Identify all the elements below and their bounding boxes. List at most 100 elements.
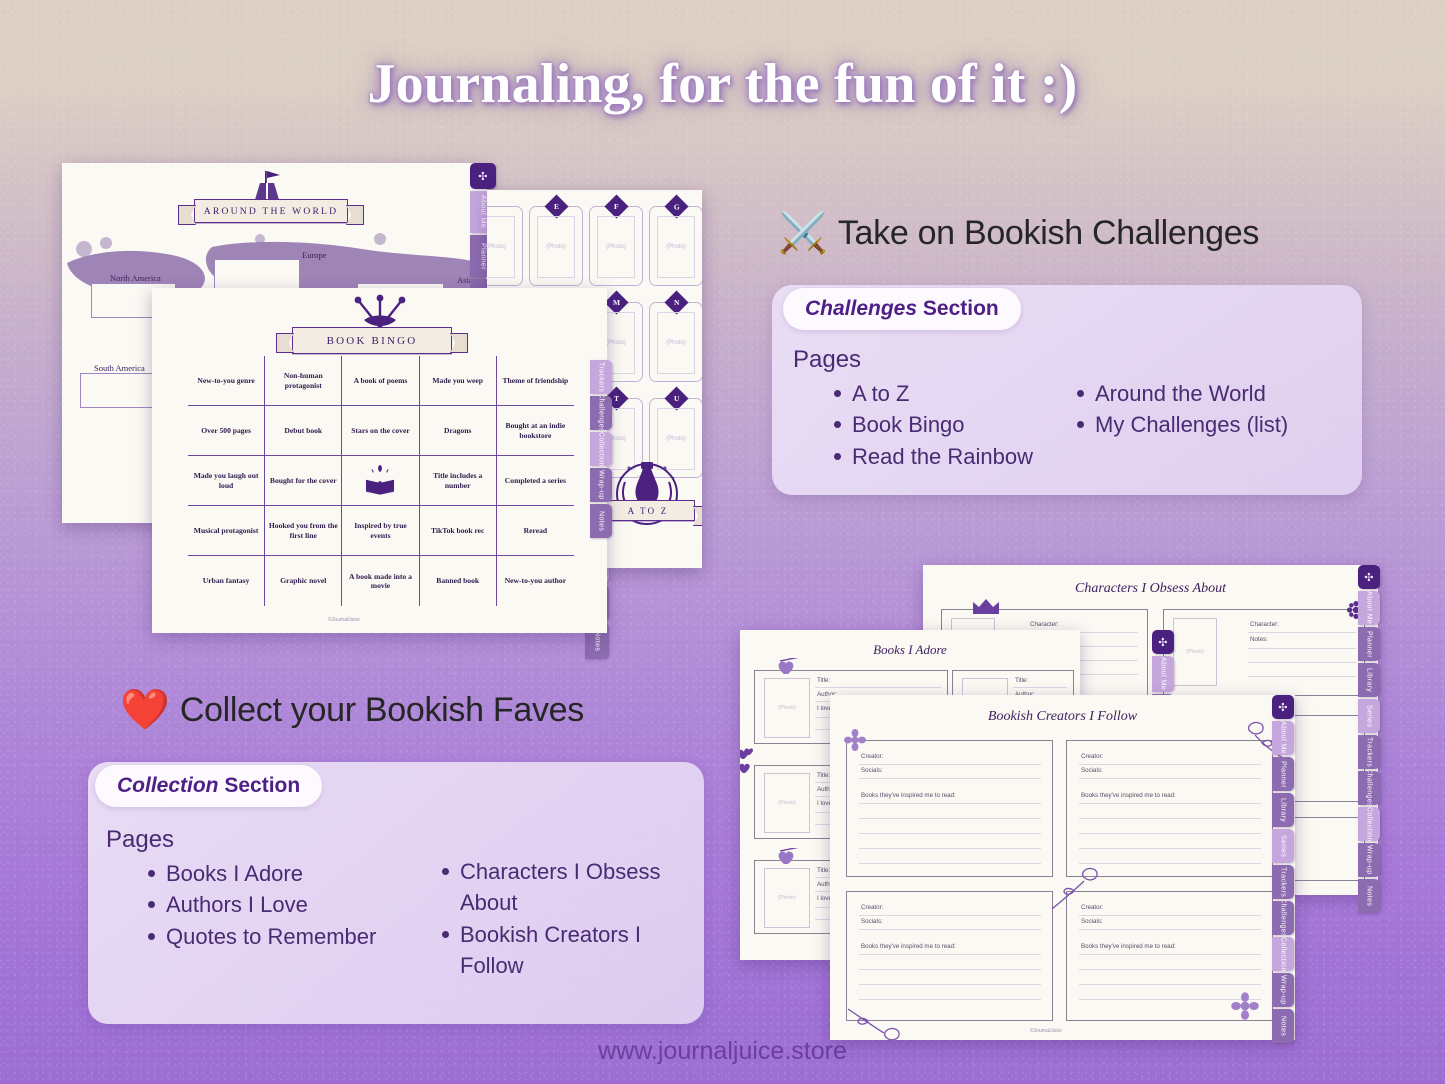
bingo-cell[interactable]: Made you weep — [419, 356, 497, 406]
bingo-cell[interactable]: Hooked you from the first line — [265, 506, 343, 556]
field-label-character: Character: — [1030, 621, 1059, 628]
character-entry[interactable]: (Photo) Character: Notes: — [1163, 609, 1365, 696]
sidebar-item-trackers[interactable]: Trackers — [1272, 865, 1294, 899]
bingo-cell[interactable]: Bought at an indie bookstore — [496, 406, 574, 456]
a-to-z-card[interactable]: E (Photo) — [529, 194, 583, 286]
sidebar-item-about-me[interactable]: About Me — [1358, 591, 1380, 625]
bingo-grid[interactable]: New-to-you genre Non-human protagonist A… — [188, 356, 574, 606]
bingo-cell[interactable]: Theme of friendship — [496, 356, 574, 406]
field-label-socials: Socials: — [1081, 918, 1103, 925]
bingo-cell[interactable]: Made you laugh out loud — [188, 456, 266, 506]
sidebar-item-wrap-up[interactable]: Wrap-up — [1358, 843, 1380, 877]
bingo-cell[interactable]: Over 500 pages — [188, 406, 266, 456]
sidebar-item-notes[interactable]: Notes — [590, 504, 612, 538]
bingo-cell[interactable]: Reread — [496, 506, 574, 556]
letter-diamond-u: U — [664, 386, 689, 411]
collection-heading: Collect your Bookish Faves — [179, 690, 584, 729]
bingo-cell[interactable]: Inspired by true events — [342, 506, 420, 556]
bingo-cell[interactable]: New-to-you author — [497, 556, 574, 606]
bingo-cell[interactable]: Non-human protagonist — [265, 356, 343, 406]
field-label-books-inspired: Books they've inspired me to read: — [1081, 792, 1176, 799]
collection-section-badge-italic: Collection — [117, 774, 219, 797]
sidebar-item-wrap-up[interactable]: Wrap-up — [1272, 973, 1294, 1007]
region-label-north-america: North America — [110, 273, 161, 283]
collection-section-badge-rest: Section — [218, 774, 301, 797]
challenges-heading-row: ⚔️ Take on Bookish Challenges — [778, 213, 1259, 253]
sidebar-item-notes[interactable]: Notes — [1272, 1009, 1294, 1043]
compass-icon[interactable]: ✣ — [470, 163, 496, 189]
sidebar-item-series[interactable]: Series — [1358, 699, 1380, 733]
bingo-cell[interactable]: Banned book — [420, 556, 497, 606]
book-bingo-banner: BOOK BINGO — [292, 327, 452, 354]
sidebar-item-collection[interactable]: Collection — [1358, 807, 1380, 841]
printable-book-bingo[interactable]: BOOK BINGO New-to-you genre Non-human pr… — [152, 288, 607, 633]
list-item: Bookish Creators I Follow — [442, 919, 692, 982]
sidebar-item-library[interactable]: Library — [1358, 663, 1380, 697]
challenges-heading: Take on Bookish Challenges — [837, 213, 1260, 252]
sidebar-item-trackers[interactable]: Trackers — [1358, 735, 1380, 769]
compass-icon[interactable]: ✣ — [1152, 630, 1174, 654]
sidebar-item-planner[interactable]: Planner — [1358, 627, 1380, 661]
photo-placeholder: (Photo) — [1173, 618, 1217, 686]
bingo-cell[interactable]: Completed a series — [496, 456, 574, 506]
bingo-cell[interactable]: A book made into a movie — [342, 556, 420, 606]
field-label-creator: Creator: — [1081, 753, 1104, 760]
collection-pages-label: Pages — [106, 826, 175, 853]
compass-icon[interactable]: ✣ — [1358, 565, 1380, 589]
sidebar-item-library[interactable]: Library — [1272, 793, 1294, 827]
sidebar-item-about-me[interactable]: About Me — [1152, 656, 1174, 692]
collection-section-badge: Collection Section — [95, 765, 323, 807]
sidebar-item-about-me[interactable]: About Me — [1272, 721, 1294, 755]
bingo-cell[interactable]: TikTok book rec — [419, 506, 497, 556]
field-label-creator: Creator: — [861, 753, 884, 760]
a-to-z-card[interactable]: F (Photo) — [589, 194, 643, 286]
printable-bookish-creators-i-follow[interactable]: Bookish Creators I Follow Creator: Socia… — [830, 695, 1295, 1040]
field-label-socials: Socials: — [861, 918, 883, 925]
hearts-icon — [740, 748, 754, 773]
sidebar-item-challenges[interactable]: Challenges — [1272, 901, 1294, 935]
tab-strip-creators[interactable]: ✣ About Me Planner Library Series Tracke… — [1272, 695, 1294, 1043]
photo-placeholder: (Photo) — [537, 216, 575, 278]
bingo-cell[interactable]: Graphic novel — [265, 556, 343, 606]
heart-arrow-icon — [778, 658, 799, 674]
photo-placeholder: (Photo) — [597, 216, 635, 278]
sidebar-item-planner[interactable]: Planner — [1272, 757, 1294, 791]
around-the-world-banner: AROUND THE WORLD — [194, 199, 348, 223]
bingo-cell[interactable]: Urban fantasy — [188, 556, 266, 606]
a-to-z-card[interactable]: (Photo) — [487, 206, 523, 286]
bingo-cell[interactable]: A book of poems — [342, 356, 420, 406]
sidebar-item-challenges[interactable]: Challenges — [590, 396, 612, 430]
books-page-title: Books I Adore — [873, 642, 947, 657]
creator-entry[interactable]: Creator: Socials: Books they've inspired… — [846, 740, 1053, 877]
bingo-cell[interactable]: Dragons — [419, 406, 497, 456]
sidebar-item-series[interactable]: Series — [1272, 829, 1294, 863]
bingo-free-space-book-icon[interactable] — [342, 456, 420, 506]
challenges-section-badge-italic: Challenges — [805, 297, 918, 320]
bingo-cell[interactable]: Title includes a number — [419, 456, 497, 506]
bingo-cell[interactable]: New-to-you genre — [188, 356, 266, 406]
letter-diamond-g: G — [664, 194, 689, 219]
a-to-z-banner: A TO Z — [601, 500, 695, 521]
sidebar-item-collection[interactable]: Collection — [1272, 937, 1294, 971]
a-to-z-card[interactable]: G (Photo) — [649, 194, 702, 286]
letter-diamond-e: E — [544, 194, 569, 219]
sidebar-item-trackers[interactable]: Trackers — [590, 360, 612, 394]
a-to-z-card[interactable]: N (Photo) — [649, 290, 702, 382]
list-item: Characters I Obsess About — [442, 856, 692, 919]
bingo-cell[interactable]: Stars on the cover — [342, 406, 420, 456]
field-label-title: Title: — [1015, 677, 1029, 684]
sidebar-item-wrap-up[interactable]: Wrap-up — [590, 468, 612, 502]
bingo-cell[interactable]: Musical protagonist — [188, 506, 266, 556]
compass-icon[interactable]: ✣ — [1272, 695, 1294, 719]
tab-strip-book-bingo[interactable]: Trackers Challenges Collection Wrap-up N… — [590, 360, 612, 538]
creators-page-title: Bookish Creators I Follow — [987, 709, 1138, 724]
tab-strip-characters[interactable]: ✣ About Me Planner Library Series Tracke… — [1358, 565, 1380, 913]
letter-diamond-m: M — [604, 290, 629, 315]
bingo-cell[interactable]: Bought for the cover — [265, 456, 343, 506]
sidebar-item-notes[interactable]: Notes — [1358, 879, 1380, 913]
sidebar-item-challenges[interactable]: Challenges — [1358, 771, 1380, 805]
bingo-cell[interactable]: Debut book — [265, 406, 343, 456]
rose-icon — [1052, 867, 1098, 910]
sidebar-item-collection[interactable]: Collection — [590, 432, 612, 466]
field-label-title: Title: — [817, 867, 831, 874]
